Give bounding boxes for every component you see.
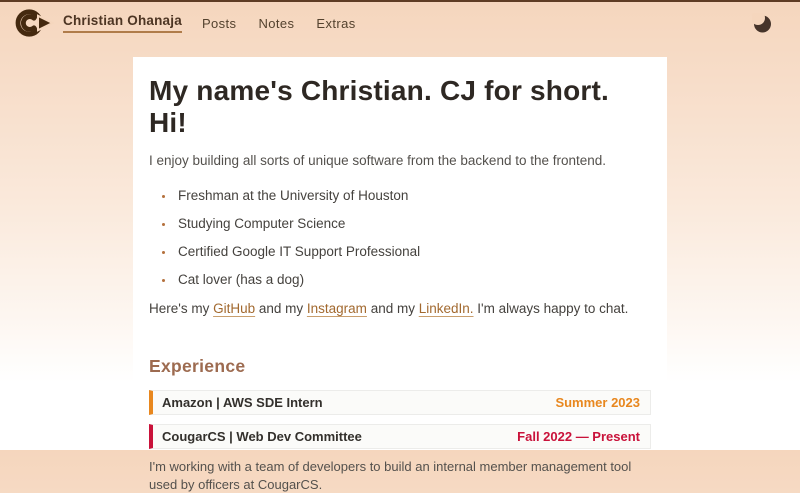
facts-list: Freshman at the University of Houston Stu… xyxy=(149,188,651,287)
contact-link-github[interactable]: GitHub xyxy=(213,301,255,316)
c-arrow-logo-icon xyxy=(14,7,54,39)
fact-item: Freshman at the University of Houston xyxy=(175,188,651,203)
contact-link-linkedin[interactable]: LinkedIn. xyxy=(419,301,474,316)
contact-text: Here's my GitHub and my Instagram and my… xyxy=(149,301,651,316)
experience-heading: Experience xyxy=(149,356,651,377)
job-role: CougarCS | Web Dev Committee xyxy=(162,429,362,444)
page: { "page": { "top_border_color": "#5e3c24… xyxy=(0,0,800,450)
contact-text-segment: and my xyxy=(255,301,307,316)
content-card: My name's Christian. CJ for short. Hi! I… xyxy=(133,57,667,448)
theme-toggle-button[interactable] xyxy=(750,11,774,35)
site-logo[interactable] xyxy=(14,7,54,39)
contact-link-instagram[interactable]: Instagram xyxy=(307,301,367,316)
fact-item: Studying Computer Science xyxy=(175,216,651,231)
moon-icon xyxy=(752,13,772,33)
job-role: Amazon | AWS SDE Intern xyxy=(162,395,323,410)
nav-link-posts[interactable]: Posts xyxy=(202,16,237,31)
experience-list: Amazon | AWS SDE Intern Summer 2023 Cougar… xyxy=(149,390,651,493)
brand-link[interactable]: Christian Ohanaja xyxy=(63,13,182,33)
page-title: My name's Christian. CJ for short. Hi! xyxy=(149,75,651,139)
nav-link-notes[interactable]: Notes xyxy=(258,16,294,31)
fact-item: Cat lover (has a dog) xyxy=(175,272,651,287)
fact-item: Certified Google IT Support Professional xyxy=(175,244,651,259)
contact-text-segment: Here's my xyxy=(149,301,213,316)
site-header: Christian Ohanaja Posts Notes Extras xyxy=(0,2,800,44)
contact-text-segment: and my xyxy=(367,301,419,316)
main-nav: Posts Notes Extras xyxy=(202,16,356,31)
job-period: Summer 2023 xyxy=(555,395,640,410)
job-period: Fall 2022 — Present xyxy=(517,429,640,444)
job-description: I'm working with a team of developers to… xyxy=(149,458,651,493)
job-row: Amazon | AWS SDE Intern Summer 2023 xyxy=(149,390,651,415)
intro-text: I enjoy building all sorts of unique sof… xyxy=(149,153,651,168)
nav-link-extras[interactable]: Extras xyxy=(316,16,355,31)
contact-text-segment: I'm always happy to chat. xyxy=(474,301,629,316)
job-row: CougarCS | Web Dev Committee Fall 2022 — … xyxy=(149,424,651,449)
